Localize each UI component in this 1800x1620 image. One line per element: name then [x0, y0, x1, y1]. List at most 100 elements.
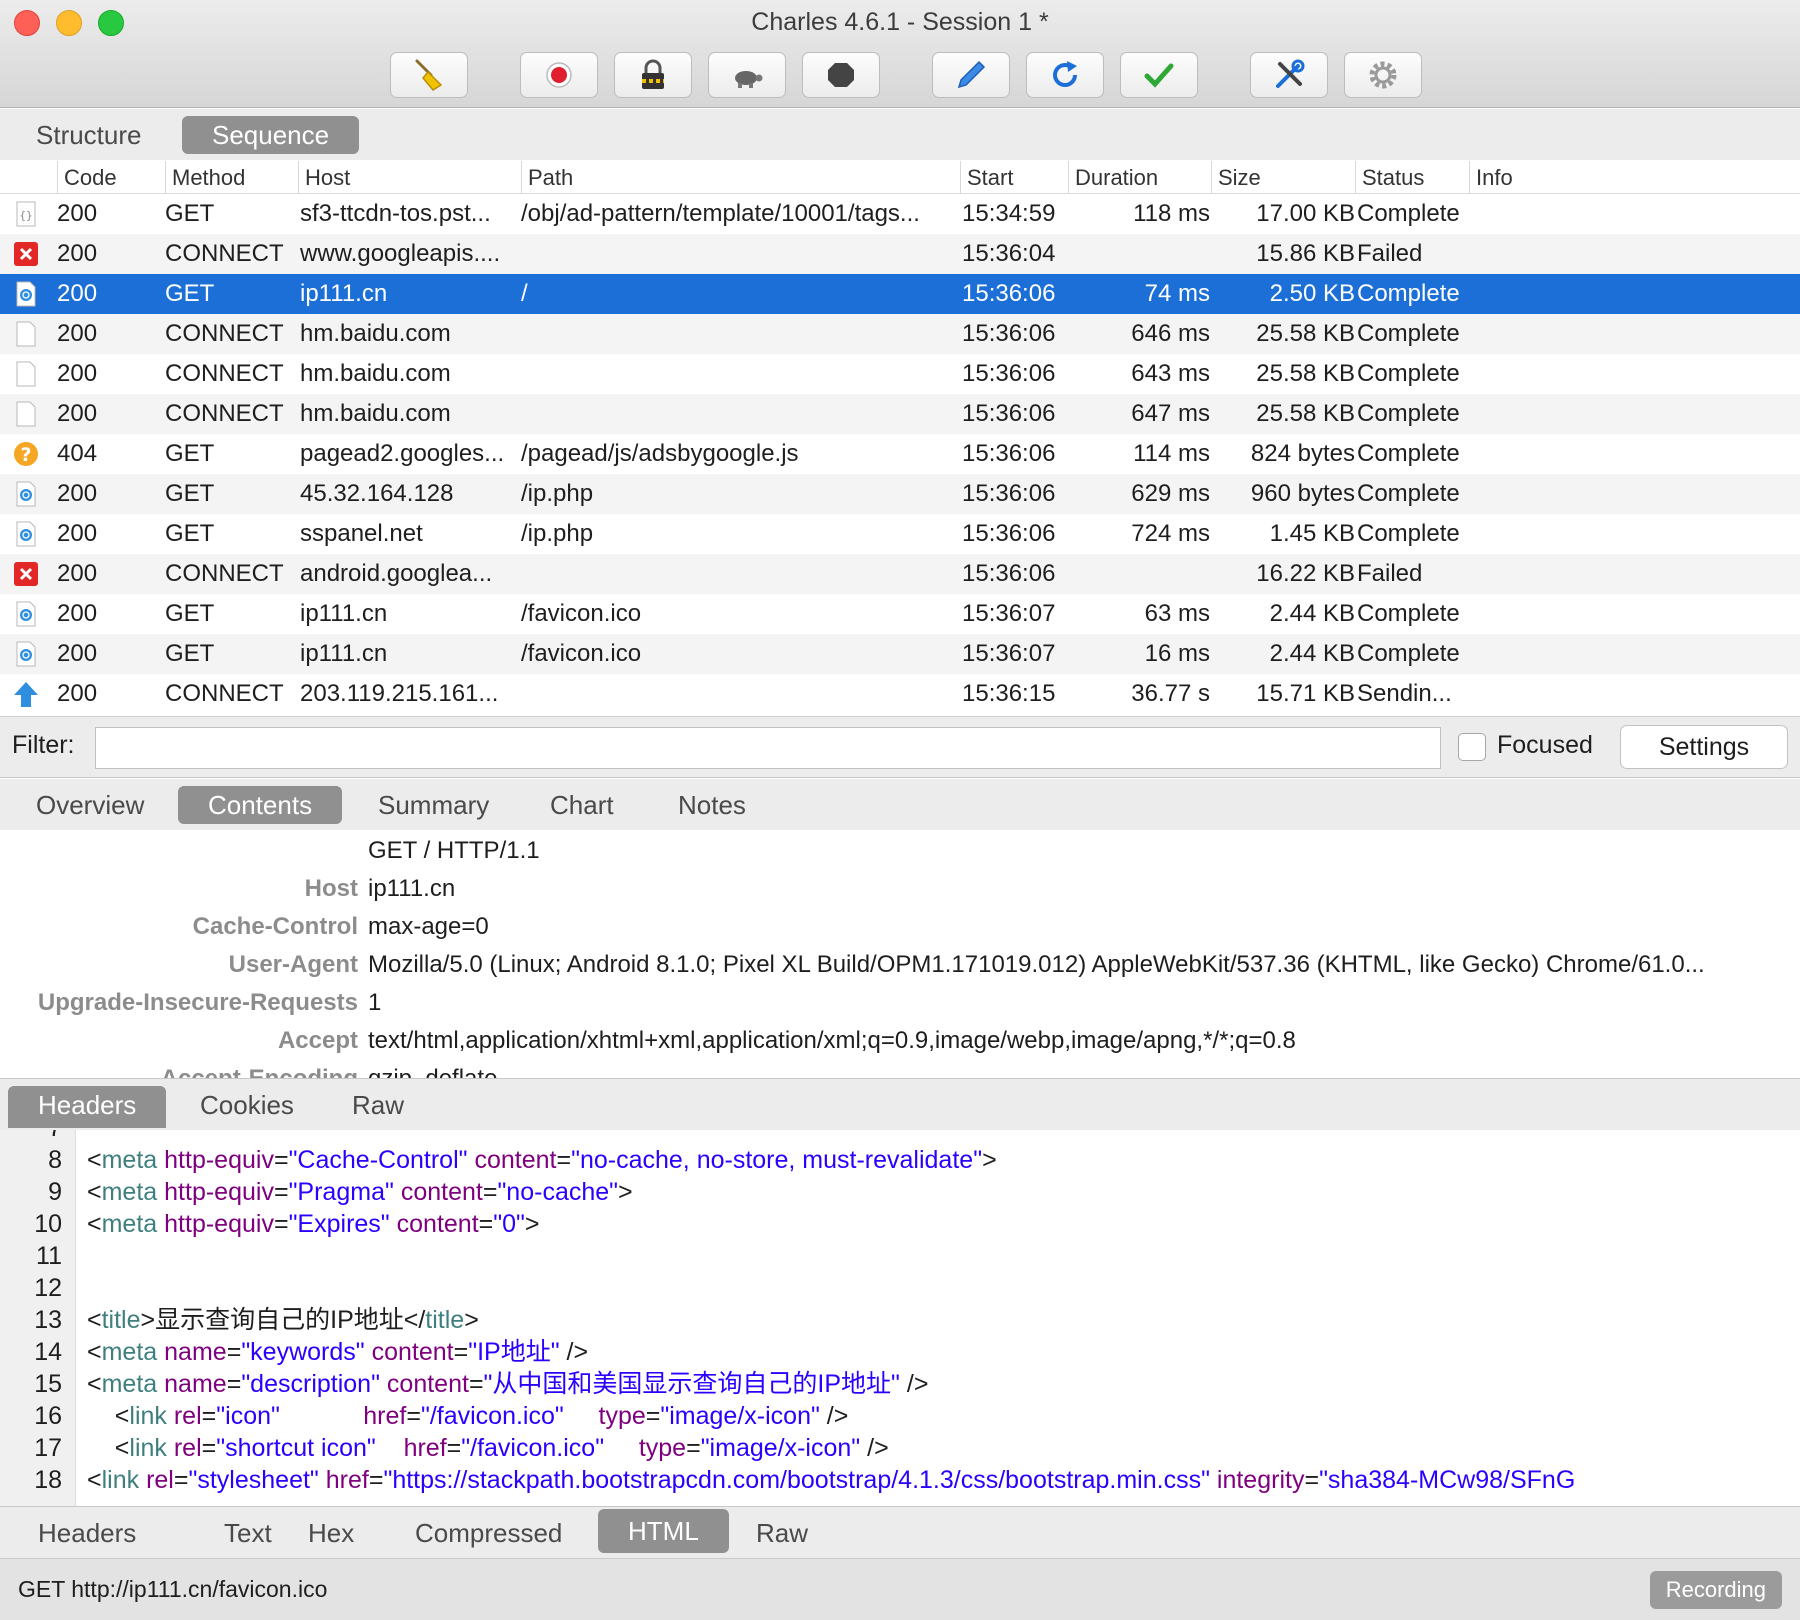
line-number: 16: [34, 1402, 62, 1430]
tab-contents[interactable]: Contents: [178, 786, 343, 824]
tab-response-html[interactable]: HTML: [598, 1509, 729, 1553]
code-token: href: [325, 1466, 369, 1494]
tab-request-cookies[interactable]: Cookies: [170, 1086, 324, 1124]
header-name: Host: [304, 875, 358, 902]
column-start[interactable]: Start: [960, 161, 1063, 194]
cell-path: /pagead/js/adsbygoogle.js: [521, 440, 799, 467]
focused-label[interactable]: Focused: [1497, 731, 1593, 760]
cell-info: [1472, 234, 1792, 274]
column-path[interactable]: Path: [521, 161, 954, 194]
cell-duration: 74 ms: [1144, 280, 1210, 307]
cell-method: CONNECT: [165, 680, 284, 707]
code-token: <: [87, 1370, 102, 1398]
clear-session-button[interactable]: [390, 52, 468, 98]
record-icon: [546, 62, 572, 88]
tab-request-raw[interactable]: Raw: [322, 1086, 434, 1124]
code-text: <title>显示查询自己的IP地址</title>: [87, 1304, 479, 1336]
cell-method: CONNECT: [165, 240, 284, 267]
ssl-proxying-button[interactable]: [614, 52, 692, 98]
tab-summary[interactable]: Summary: [348, 786, 519, 824]
tab-request-headers[interactable]: Headers: [8, 1086, 167, 1128]
throttle-button[interactable]: [708, 52, 786, 98]
column-host[interactable]: Host: [298, 161, 515, 194]
code-line: 16 <link rel="icon" href="/favicon.ico" …: [0, 1400, 1800, 1432]
html-code-view[interactable]: 78<meta http-equiv="Cache-Control" conte…: [0, 1130, 1800, 1506]
header-row: User-Agent Mozilla/5.0 (Linux; Android 8.…: [0, 946, 1800, 984]
filter-bar: Filter: Focused Settings: [0, 716, 1800, 778]
cell-host: 45.32.164.128: [300, 480, 454, 507]
tab-structure[interactable]: Structure: [6, 116, 172, 154]
web-page-icon: [16, 601, 36, 627]
table-row[interactable]: 200 GET ip111.cn / 15:36:06 74 ms 2.50 KB Compl…: [0, 274, 1800, 314]
table-row[interactable]: 200 CONNECT hm.baidu.com 15:36:06 647 ms 25.5…: [0, 394, 1800, 434]
record-button[interactable]: [520, 52, 598, 98]
table-row[interactable]: 200 GET sspanel.net/ip.php 15:36:06 724 ms 1.…: [0, 514, 1800, 554]
settings-button[interactable]: [1344, 52, 1422, 98]
code-token: =: [226, 1338, 242, 1366]
table-row[interactable]: 200 GET ip111.cn/favicon.ico 15:36:07 16 ms 2…: [0, 634, 1800, 674]
code-token: =: [468, 1370, 484, 1398]
column-code[interactable]: Code: [57, 161, 159, 194]
code-token: =: [478, 1210, 494, 1238]
code-token: <: [87, 1306, 102, 1334]
cell-host: sspanel.net: [300, 520, 423, 547]
column-duration[interactable]: Duration: [1068, 161, 1206, 194]
cell-status: Complete: [1357, 600, 1460, 627]
cell-code: 200: [57, 520, 98, 547]
tab-response-compressed[interactable]: Compressed: [385, 1514, 592, 1552]
cell-info: [1472, 634, 1792, 674]
tab-notes[interactable]: Notes: [648, 786, 776, 824]
tab-sequence[interactable]: Sequence: [182, 116, 360, 154]
focused-checkbox[interactable]: [1458, 733, 1486, 761]
tab-response-raw[interactable]: Raw: [726, 1514, 838, 1552]
code-token: <: [87, 1466, 102, 1494]
column-size[interactable]: Size: [1211, 161, 1350, 194]
column-status[interactable]: Status: [1355, 161, 1464, 194]
gear-icon: [1369, 61, 1397, 89]
header-row: Cache-Control max-age=0: [0, 908, 1800, 946]
cell-code: 200: [57, 680, 98, 707]
filter-settings-button[interactable]: Settings: [1620, 725, 1788, 769]
breakpoints-button[interactable]: [802, 52, 880, 98]
table-row[interactable]: ? 404 GET pagead2.googles... /pagead/js/adsb…: [0, 434, 1800, 474]
line-number: 8: [48, 1146, 62, 1174]
code-line: 10 <meta http-equiv="Expires" content="0"…: [0, 1208, 1800, 1240]
code-token: meta: [101, 1370, 158, 1398]
column-method[interactable]: Method: [165, 161, 292, 194]
code-token: =: [201, 1402, 217, 1430]
cell-info: [1472, 474, 1792, 514]
table-row[interactable]: 200 GET 45.32.164.128/ip.php 15:36:06 629 ms…: [0, 474, 1800, 514]
column-info[interactable]: Info: [1469, 161, 1799, 194]
code-token: "从中国和美国显示查询自己的IP地址": [483, 1370, 900, 1398]
tools-button[interactable]: [1250, 52, 1328, 98]
tab-overview[interactable]: Overview: [6, 786, 174, 824]
cell-host: 203.119.215.161...: [300, 680, 499, 707]
tab-chart[interactable]: Chart: [520, 786, 644, 824]
code-token: <: [87, 1402, 130, 1430]
cell-start: 15:36:06: [962, 360, 1056, 387]
filter-input[interactable]: [95, 727, 1441, 769]
compose-button[interactable]: [932, 52, 1010, 98]
cell-info: [1472, 194, 1792, 234]
table-row[interactable]: 200 GET ip111.cn/favicon.ico 15:36:07 63 ms 2…: [0, 594, 1800, 634]
table-row[interactable]: 200 CONNECT hm.baidu.com 15:36:06 646 ms 25.5…: [0, 314, 1800, 354]
table-row[interactable]: 200 CONNECT 203.119.215.161... 15:36:15 36.7…: [0, 674, 1800, 714]
table-row[interactable]: 200 CONNECT android.googlea... 15:36:06 16.2…: [0, 554, 1800, 594]
cell-path: [521, 394, 957, 434]
code-line: 9 <meta http-equiv="Pragma" content="no-c…: [0, 1176, 1800, 1208]
validate-button[interactable]: [1120, 52, 1198, 98]
tab-response-headers[interactable]: Headers: [8, 1514, 166, 1552]
recording-badge[interactable]: Recording: [1649, 1571, 1782, 1609]
cell-duration: [1068, 234, 1210, 274]
table-row[interactable]: 200 CONNECT hm.baidu.com 15:36:06 643 ms 25.5…: [0, 354, 1800, 394]
table-row[interactable]: {} 200 GET sf3-ttcdn-tos.pst... /obj/ad-patt…: [0, 194, 1800, 234]
code-text: <meta name="keywords" content="IP地址" />: [87, 1336, 588, 1368]
repeat-button[interactable]: [1026, 52, 1104, 98]
cell-host: pagead2.googles...: [300, 440, 505, 467]
cell-duration: 114 ms: [1133, 440, 1210, 467]
table-row[interactable]: 200 CONNECT www.googleapis.... 15:36:04 15.8…: [0, 234, 1800, 274]
tab-response-hex[interactable]: Hex: [278, 1514, 384, 1552]
code-token: rel: [173, 1434, 202, 1462]
code-token: meta: [101, 1338, 158, 1366]
